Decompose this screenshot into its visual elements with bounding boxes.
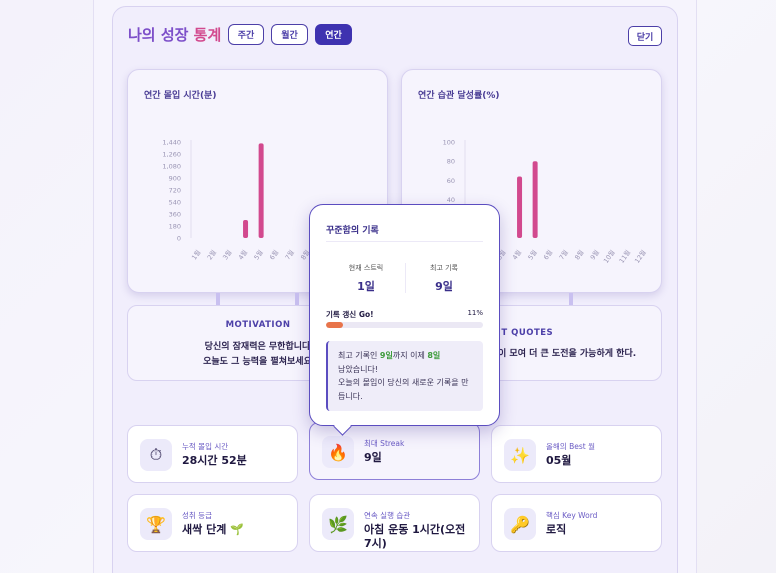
- stat-value: 아침 운동 1시간(오전 7시): [364, 523, 466, 550]
- y-tick-label: 540: [169, 199, 181, 207]
- x-tick-label: 10월: [601, 248, 617, 265]
- stat-value: 9일: [364, 451, 382, 464]
- y-tick-label: 720: [169, 187, 181, 195]
- bar: [532, 161, 538, 238]
- x-tick-label: 7월: [557, 248, 570, 261]
- connector: [295, 293, 299, 305]
- close-button[interactable]: 닫기: [628, 26, 662, 46]
- streak-popover: 꾸준함의 기록 현재 스트릭 1일 최고 기록 9일 기록 갱신 Go! 11%…: [309, 204, 500, 426]
- stat-achievement-level: 🏆 성취 등급 새싹 단계 🌱: [127, 494, 298, 552]
- popover-title: 꾸준함의 기록: [326, 226, 379, 236]
- progress-fill: [326, 322, 344, 328]
- stat-best-month: ✨ 올해의 Best 월 05월: [491, 425, 662, 483]
- y-tick-label: 1,440: [162, 139, 181, 147]
- x-tick-label: 4월: [510, 248, 523, 261]
- x-tick-label: 4월: [236, 248, 249, 261]
- x-tick-label: 12월: [632, 248, 648, 265]
- stat-label: 성취 등급: [182, 511, 212, 520]
- bar: [243, 220, 249, 238]
- stat-keyword: 🔑 핵심 Key Word 로직: [491, 494, 662, 552]
- bar: [258, 143, 264, 238]
- x-tick-label: 7월: [283, 248, 296, 261]
- x-tick-label: 9월: [588, 248, 601, 261]
- stat-value: 28시간 52분: [182, 454, 247, 467]
- bar: [517, 176, 523, 238]
- x-tick-label: 3월: [220, 248, 233, 261]
- x-tick-label: 11월: [617, 248, 633, 265]
- herb-icon: 🌿: [322, 508, 354, 540]
- x-tick-label: 1월: [189, 248, 202, 261]
- connector: [569, 293, 573, 305]
- stat-label: 올해의 Best 월: [546, 442, 595, 451]
- progress-percent: 11%: [467, 309, 483, 317]
- quotes-text: 이 모여 더 큰 도전을 가능하게 한다.: [498, 349, 637, 359]
- current-streak: 현재 스트릭 1일: [348, 264, 384, 293]
- y-tick-label: 40: [447, 196, 455, 204]
- stat-value: 05월: [546, 454, 572, 467]
- y-tick-label: 100: [443, 139, 455, 147]
- x-tick-label: 5월: [252, 248, 265, 261]
- y-tick-label: 60: [447, 177, 455, 185]
- y-tick-label: 80: [447, 158, 455, 166]
- sparkles-icon: ✨: [504, 439, 536, 471]
- progress-bar: [326, 322, 483, 328]
- page-title: 나의 성장 통계: [128, 26, 222, 44]
- best-record: 최고 기록 9일: [430, 264, 458, 293]
- x-tick-label: 2월: [205, 248, 218, 261]
- key-icon: 🔑: [504, 508, 536, 540]
- y-tick-label: 900: [169, 175, 181, 183]
- stat-label: 핵심 Key Word: [546, 511, 598, 520]
- y-tick-label: 360: [169, 211, 181, 219]
- connector: [216, 293, 220, 305]
- stat-value: 로직: [546, 523, 567, 536]
- stat-label: 최대 Streak: [364, 439, 405, 448]
- divider: [326, 241, 483, 242]
- x-tick-label: 6월: [541, 248, 554, 261]
- y-tick-label: 0: [177, 235, 181, 243]
- stat-max-streak[interactable]: 🔥 최대 Streak 9일: [309, 422, 480, 480]
- x-tick-label: 8월: [572, 248, 585, 261]
- stopwatch-icon: ⏱: [140, 439, 172, 471]
- x-tick-label: 6월: [267, 248, 280, 261]
- tab-yearly[interactable]: 연간: [315, 24, 352, 45]
- tab-weekly[interactable]: 주간: [228, 24, 264, 45]
- x-tick-label: 5월: [526, 248, 539, 261]
- stat-label: 연속 실행 습관: [364, 511, 411, 520]
- y-tick-label: 180: [169, 223, 181, 231]
- tab-monthly[interactable]: 월간: [271, 24, 308, 45]
- stat-habit-streak: 🌿 연속 실행 습관 아침 운동 1시간(오전 7시): [309, 494, 480, 552]
- y-tick-label: 1,260: [162, 151, 181, 159]
- trophy-icon: 🏆: [140, 508, 172, 540]
- stat-label: 누적 몰입 시간: [182, 442, 229, 451]
- progress-label: 기록 갱신 Go!: [326, 310, 374, 319]
- y-tick-label: 1,080: [162, 163, 181, 171]
- fire-icon: 🔥: [322, 436, 354, 468]
- stat-total-focus: ⏱ 누적 몰입 시간 28시간 52분: [127, 425, 298, 483]
- popover-message: 최고 기록인 9일까지 이제 8일 남았습니다! 오늘의 몰입이 당신의 새로운…: [326, 341, 483, 411]
- stat-value: 새싹 단계 🌱: [182, 523, 244, 536]
